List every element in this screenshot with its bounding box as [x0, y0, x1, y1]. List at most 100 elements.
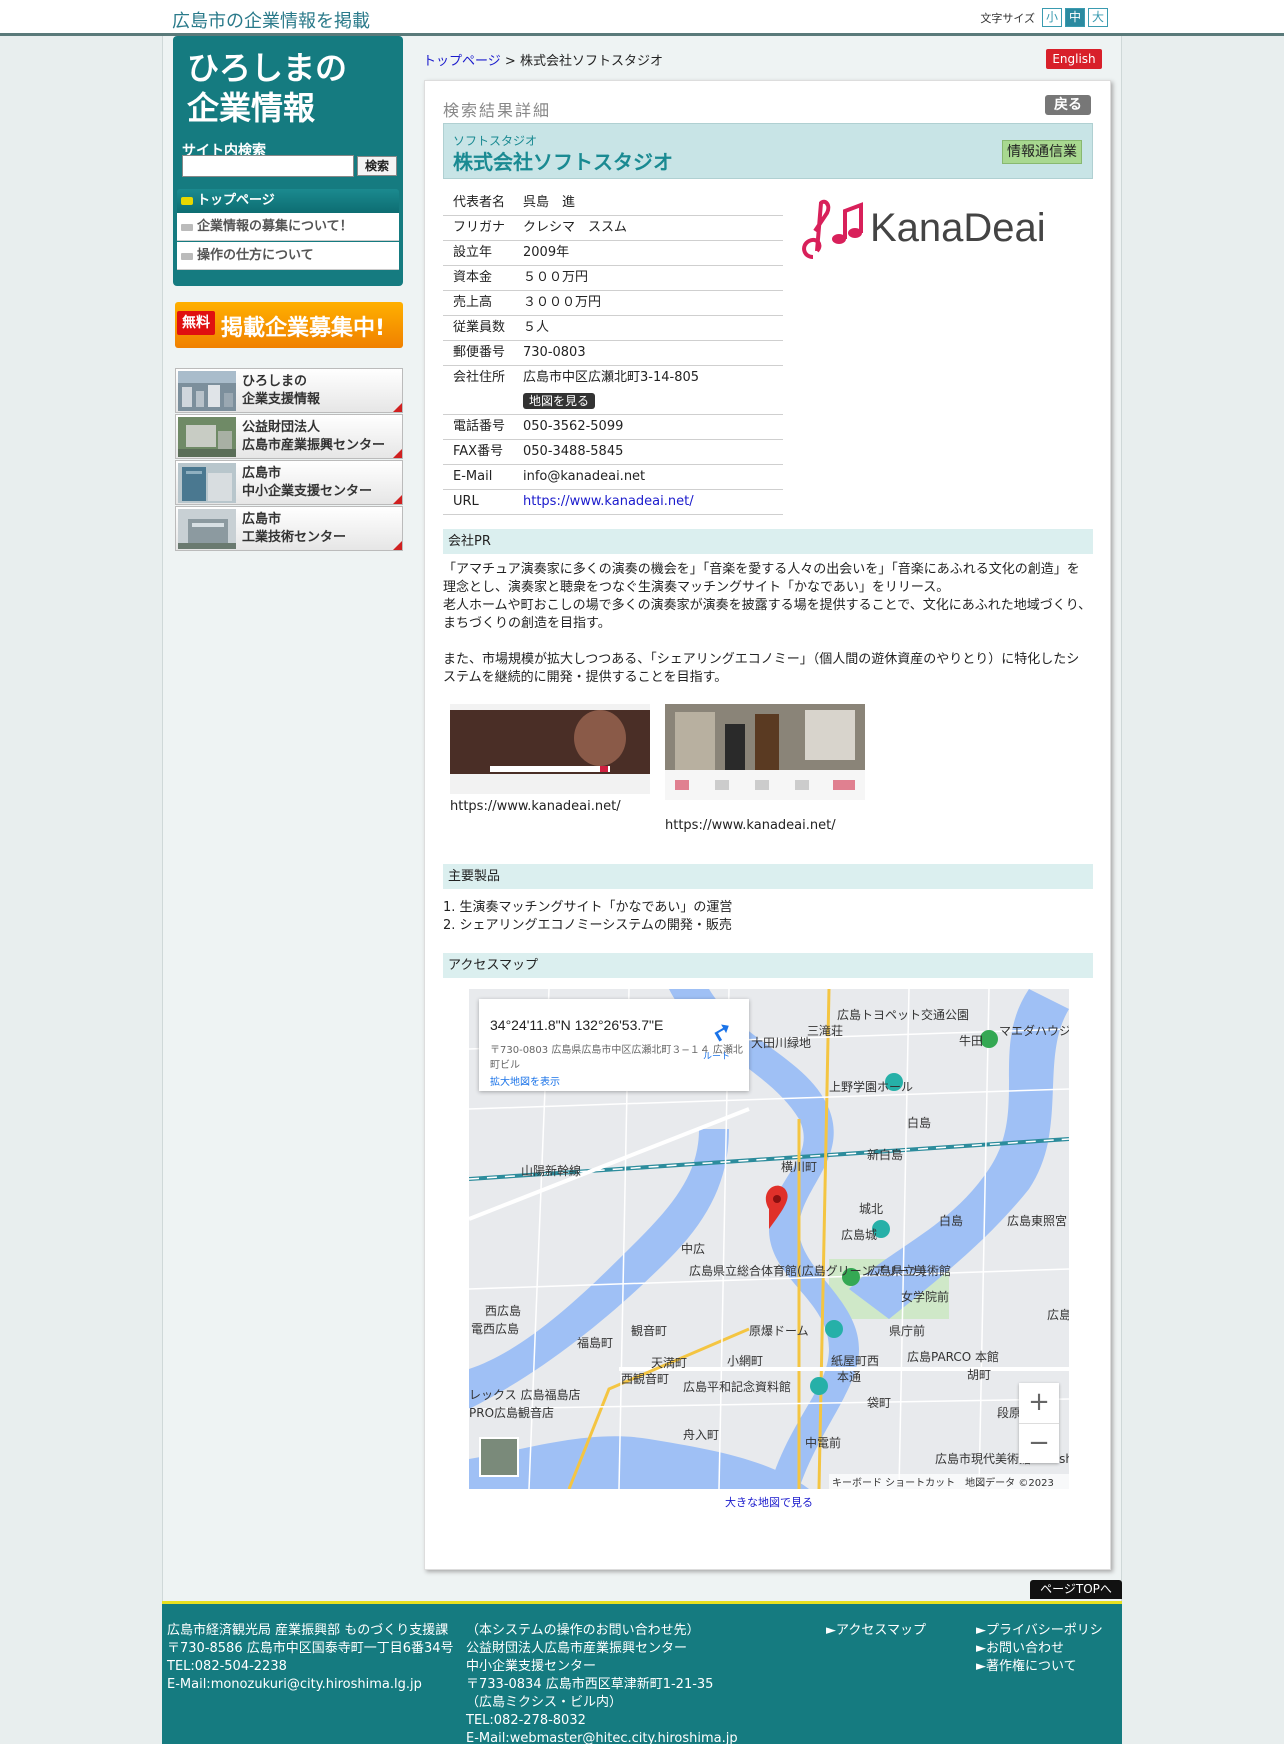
sidebar-item-recruitment[interactable]: 企業情報の募集について！ [177, 213, 399, 241]
footer-privacy-link[interactable]: ►プライバシーポリシ [976, 1622, 1103, 1640]
tech-center-banner-text: 広島市 工業技術センター [242, 512, 347, 545]
company-address: 広島市中区広瀬北町3-14-805 [523, 370, 700, 385]
map-label: 紙屋町西 [831, 1353, 879, 1368]
free-tag: 無料 [177, 311, 215, 335]
info-row: 電話番号 050-3562-5099 [443, 415, 783, 440]
sme-center-banner-text: 広島市 中小企業支援センター [242, 466, 373, 499]
map-label: 大田川緑地 [751, 1035, 811, 1050]
info-row: フリガナ クレシマ ススム [443, 216, 783, 241]
info-row: 郵便番号 730-0803 [443, 341, 783, 366]
directions-icon[interactable] [709, 1017, 735, 1047]
banner-corner [393, 449, 402, 458]
info-row-address: 会社住所 広島市中区広瀬北町3-14-805 地図を見る [443, 366, 783, 415]
free-banner-text: 掲載企業募集中! [221, 316, 386, 341]
font-size-small-button[interactable]: 小 [1042, 8, 1062, 27]
footer-links-right: ►プライバシーポリシ ►お問い合わせ ►著作権について [976, 1622, 1103, 1676]
map-label: 段原 [997, 1405, 1021, 1420]
map-label: 小網町 [727, 1354, 763, 1368]
footer-access-map-link[interactable]: ►アクセスマップ [826, 1623, 926, 1638]
map-label: 原爆ドーム [749, 1324, 809, 1338]
english-button[interactable]: English [1046, 49, 1102, 69]
info-row: 設立年 2009年 [443, 241, 783, 266]
main-frame: ひろしまの 企業情報 サイト内検索 検索 トップページ 企業情報の募集について！… [162, 36, 1122, 1601]
page-top-button[interactable]: ページTOPへ [1030, 1580, 1122, 1599]
font-size-medium-button[interactable]: 中 [1065, 8, 1085, 27]
footer: 広島市経済観光局 産業振興部 ものづくり支援課 〒730-8586 広島市中区国… [162, 1601, 1122, 1744]
logo-line2: 企業情報 [187, 89, 316, 127]
map-label: 広島県立美術館 [867, 1263, 951, 1278]
site-tagline: 広島市の企業情報を掲載 [172, 11, 370, 32]
website-screenshot-1[interactable] [450, 704, 650, 794]
site-logo[interactable]: ひろしまの 企業情報 [187, 48, 347, 128]
view-map-button[interactable]: 地図を見る [523, 393, 596, 409]
breadcrumb-home-link[interactable]: トップページ [423, 54, 501, 69]
footer-links-left: ►アクセスマップ [826, 1622, 926, 1640]
info-row: FAX番号 050-3488-5845 [443, 440, 783, 465]
screenshot-caption-1: https://www.kanadeai.net/ [450, 799, 621, 814]
map-label: 電西広島 [471, 1321, 519, 1336]
banner-corner [393, 403, 402, 412]
map-label: 広島東照宮 [1007, 1213, 1067, 1228]
map-label: 女学院前 [901, 1289, 949, 1304]
map-label: レックス 広島福島店 [469, 1387, 580, 1402]
map-label: 県庁前 [889, 1323, 925, 1338]
font-size-large-button[interactable]: 大 [1088, 8, 1108, 27]
map-label: 胡町 [967, 1368, 991, 1382]
footer-contact-city: 広島市経済観光局 産業振興部 ものづくり支援課 〒730-8586 広島市中区国… [167, 1623, 454, 1692]
screenshot-caption-2: https://www.kanadeai.net/ [665, 818, 836, 833]
zoom-in-button[interactable]: + [1019, 1383, 1059, 1423]
zoom-controls: + − [1019, 1383, 1059, 1463]
info-row: 代表者名 呉島 進 [443, 191, 783, 216]
map-enlarge-link[interactable]: 拡大地図を表示 [490, 1073, 560, 1088]
map-label: 舟入町 [683, 1428, 719, 1442]
map-label: 白島 [939, 1213, 963, 1228]
company-header: ソフトスタジオ 株式会社ソフトスタジオ 情報通信業 [443, 123, 1093, 179]
info-row: 資本金 ５００万円 [443, 266, 783, 291]
map-label: 中電前 [805, 1435, 841, 1450]
font-size-label: 文字サイズ [980, 11, 1035, 25]
free-listing-banner[interactable]: 無料 掲載企業募集中! [175, 302, 403, 348]
map-coordinates: 34°24'11.8"N 132°26'53.7"E [490, 1017, 664, 1033]
section-main-products: 主要製品 [443, 864, 1093, 889]
larger-map-link[interactable]: 大きな地図で見る [725, 1494, 813, 1510]
back-button[interactable]: 戻る [1045, 95, 1091, 115]
map-label: 牛田 [959, 1033, 983, 1048]
map-label: 広島トヨペット交通公園 [837, 1007, 969, 1022]
map-label: 三滝荘 [807, 1024, 843, 1038]
sidebar-item-how-to-use[interactable]: 操作の仕方について [177, 242, 399, 270]
industry-promotion-center-banner[interactable]: 公益財団法人 広島市産業振興センター [175, 414, 403, 459]
map-label: 観音町 [631, 1323, 667, 1338]
map-label: 横川町 [781, 1160, 817, 1174]
map-label: 広島平和記念資料館 [683, 1379, 791, 1394]
industry-badge: 情報通信業 [1002, 140, 1082, 164]
sme-support-center-banner[interactable]: 広島市 中小企業支援センター [175, 460, 403, 505]
products-list: 1. 生演奏マッチングサイト「かなであい」の運営 2. シェアリングエコノミーシ… [443, 899, 732, 935]
map-label: 天満町 [651, 1356, 687, 1370]
site-search-input[interactable] [182, 155, 354, 177]
site-search-button[interactable]: 検索 [357, 156, 397, 176]
company-url-link[interactable]: https://www.kanadeai.net/ [523, 490, 783, 514]
company-name: 株式会社ソフトスタジオ [453, 150, 673, 174]
support-info-banner[interactable]: ひろしまの 企業支援情報 [175, 368, 403, 413]
industrial-tech-center-banner[interactable]: 広島市 工業技術センター [175, 506, 403, 551]
zoom-out-button[interactable]: − [1019, 1423, 1059, 1463]
page-title: 検索結果詳細 [443, 101, 552, 120]
footer-contact-link[interactable]: ►お問い合わせ [976, 1640, 1103, 1658]
info-row: 売上高 ３０００万円 [443, 291, 783, 316]
map-label: 西観音町 [621, 1371, 669, 1386]
logo-line1: ひろしまの [187, 49, 348, 87]
list-item: 1. 生演奏マッチングサイト「かなであい」の運営 [443, 900, 733, 915]
sidebar: ひろしまの 企業情報 サイト内検索 検索 トップページ 企業情報の募集について！… [173, 36, 403, 551]
website-screenshot-2[interactable] [665, 704, 865, 800]
section-company-pr: 会社PR [443, 529, 1093, 554]
map-label: 白島 [907, 1115, 931, 1130]
sidebar-item-top-page[interactable]: トップページ [177, 189, 399, 213]
satellite-toggle[interactable] [479, 1437, 519, 1477]
detail-panel: 検索結果詳細 戻る ソフトスタジオ 株式会社ソフトスタジオ 情報通信業 代表者名… [424, 80, 1111, 1570]
map-label: 山陽新幹線 [521, 1163, 581, 1178]
access-map[interactable]: 広島トヨペット交通公園 三滝荘 マエダハウジング東区スポーツセンター 牛田 大田… [469, 989, 1069, 1489]
info-row-url: URL https://www.kanadeai.net/ [443, 490, 783, 515]
footer-copyright-link[interactable]: ►著作権について [976, 1658, 1103, 1676]
map-attribution: キーボード ショートカット 地図データ ©2023 Google 利用規約 地図… [829, 1474, 1069, 1489]
promotion-center-thumbnail [178, 417, 236, 457]
